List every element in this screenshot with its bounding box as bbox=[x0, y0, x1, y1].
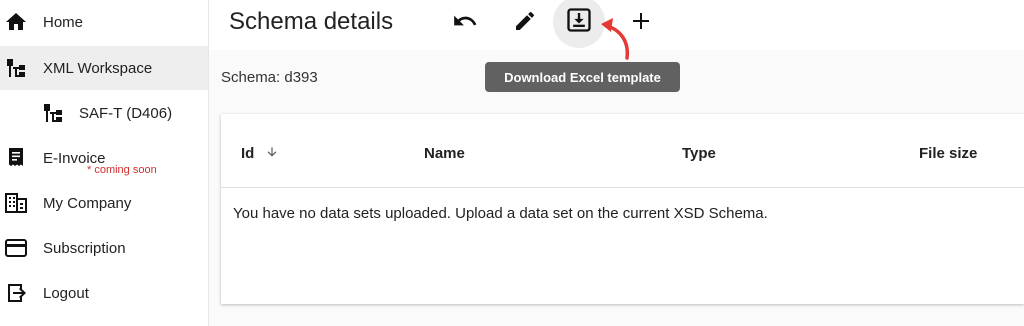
column-header-id[interactable]: Id bbox=[241, 145, 279, 163]
main-content: Schema details Download Excel template S… bbox=[209, 0, 1024, 326]
page-title: Schema details bbox=[229, 8, 394, 35]
download-icon bbox=[565, 6, 593, 39]
nav-item-logout[interactable]: Logout bbox=[0, 271, 208, 315]
credit-card-icon bbox=[4, 236, 28, 260]
header: Schema details bbox=[209, 0, 1024, 60]
building-icon bbox=[4, 191, 28, 215]
nav-label: Subscription bbox=[43, 239, 126, 257]
nav-label: Logout bbox=[43, 284, 89, 302]
edit-button[interactable] bbox=[505, 4, 545, 42]
nav-label: Home bbox=[43, 13, 84, 31]
home-icon bbox=[4, 10, 28, 34]
nav-item-my-company[interactable]: My Company bbox=[0, 181, 208, 225]
column-header-name[interactable]: Name bbox=[424, 145, 465, 162]
tree-icon bbox=[4, 56, 28, 80]
nav-item-home[interactable]: Home bbox=[0, 0, 208, 44]
empty-state-message: You have no data sets uploaded. Upload a… bbox=[233, 205, 768, 222]
column-header-type[interactable]: Type bbox=[682, 145, 716, 162]
undo-icon bbox=[452, 8, 478, 39]
download-tooltip: Download Excel template bbox=[485, 62, 680, 92]
schema-label: Schema: d393 bbox=[221, 69, 318, 86]
tree-icon bbox=[41, 101, 65, 125]
arrow-down-icon bbox=[265, 145, 279, 163]
nav-label: XML Workspace bbox=[43, 59, 153, 77]
annotation-arrow-icon bbox=[601, 18, 630, 60]
download-template-button[interactable] bbox=[553, 0, 605, 48]
receipt-icon bbox=[4, 146, 28, 170]
undo-button[interactable] bbox=[445, 4, 485, 42]
nav-label: SAF-T (D406) bbox=[79, 104, 173, 122]
column-header-file-size[interactable]: File size bbox=[919, 145, 977, 162]
header-divider bbox=[221, 187, 1024, 188]
nav-label: My Company bbox=[43, 194, 132, 212]
datasets-table: Id Name Type File size You have no data … bbox=[221, 114, 1024, 304]
edit-icon bbox=[513, 9, 537, 38]
sidebar: Home XML Workspace SAF-T (D406) E-Invoic… bbox=[0, 0, 209, 326]
coming-soon-note: * coming soon bbox=[87, 164, 157, 176]
nav-item-subscription[interactable]: Subscription bbox=[0, 226, 208, 270]
nav-item-xml-workspace[interactable]: XML Workspace bbox=[0, 46, 208, 90]
logout-icon bbox=[4, 281, 28, 305]
nav-item-saf-t[interactable]: SAF-T (D406) bbox=[0, 91, 208, 135]
